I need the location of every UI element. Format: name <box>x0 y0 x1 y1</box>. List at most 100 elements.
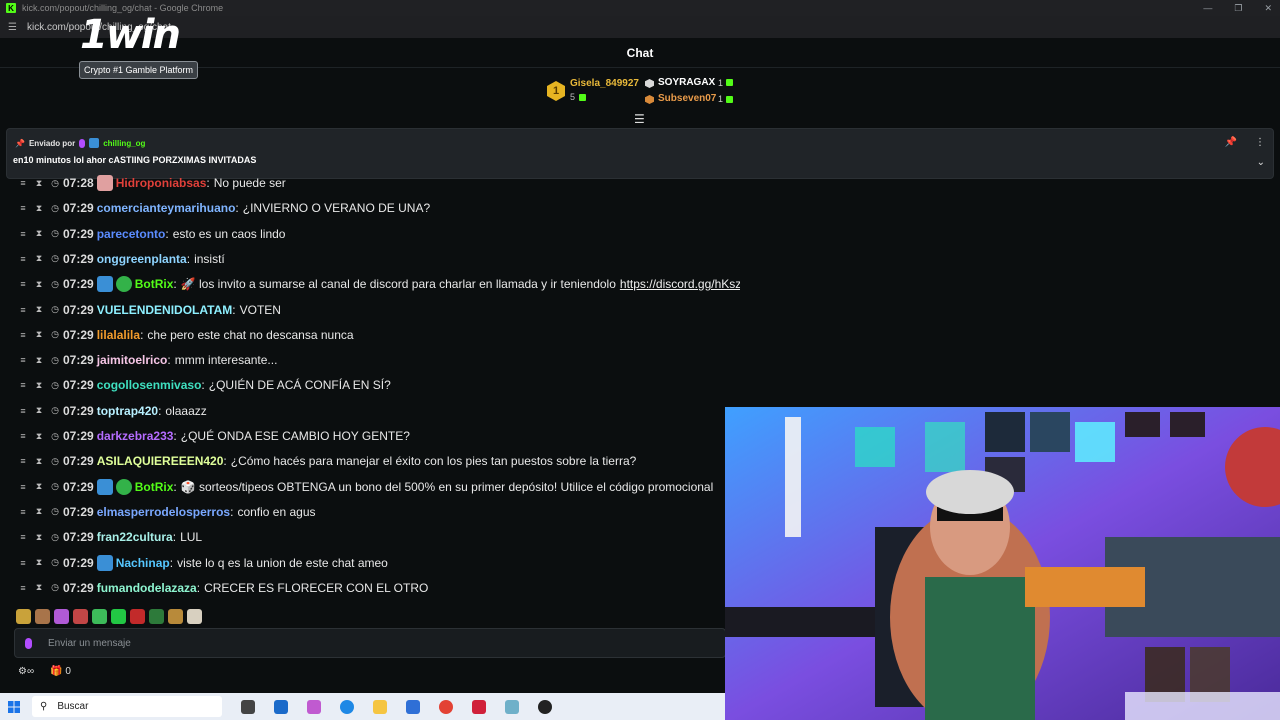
chat-message[interactable]: ≡ ⧗ ◷ 07:28 Hidroponiabsas: No puede ser <box>18 172 286 194</box>
reply-icon[interactable]: ≡ <box>18 330 28 340</box>
reply-icon[interactable]: ≡ <box>18 507 28 517</box>
hourglass-icon[interactable]: ⧗ <box>34 178 44 189</box>
chat-message[interactable]: ≡ ⧗ ◷ 07:29 comercianteymarihuano: ¿INVIERNO … <box>18 197 430 219</box>
site-info-icon[interactable]: ☰ <box>8 22 17 33</box>
message-username[interactable]: toptrap420 <box>97 404 158 418</box>
restore-icon[interactable]: ❐ <box>1234 3 1242 14</box>
reply-icon[interactable]: ≡ <box>18 482 28 492</box>
message-username[interactable]: fran22cultura <box>97 530 173 544</box>
chrome-icon[interactable] <box>439 699 453 714</box>
message-username[interactable]: elmasperrodelosperros <box>97 505 230 519</box>
leaderboard-user-3[interactable]: Subseven07 <box>658 93 716 104</box>
message-username[interactable]: VUELENDENIDOLATAM <box>97 303 233 317</box>
emote-icon[interactable] <box>168 608 183 624</box>
pinned-user[interactable]: chilling_og <box>103 139 145 148</box>
reply-icon[interactable]: ≡ <box>18 203 28 213</box>
chat-message[interactable]: ≡ ⧗ ◷ 07:29 ASILAQUIEREEEN420: ¿Cómo hacés pa… <box>18 450 636 472</box>
chat-message[interactable]: ≡ ⧗ ◷ 07:29 VUELENDENIDOLATAM: VOTEN <box>18 299 281 321</box>
reply-icon[interactable]: ≡ <box>18 355 28 365</box>
message-input-placeholder[interactable]: Enviar un mensaje <box>48 638 131 649</box>
task-view-icon[interactable] <box>241 699 255 714</box>
minimize-icon[interactable]: — <box>1203 3 1212 13</box>
reply-icon[interactable]: ≡ <box>18 532 28 542</box>
emote-icon[interactable] <box>149 608 164 624</box>
file-explorer-icon[interactable] <box>373 699 387 714</box>
message-username[interactable]: onggreenplanta <box>97 252 187 266</box>
edge-icon[interactable] <box>340 699 354 714</box>
chevron-down-icon[interactable]: ⌄ <box>1257 157 1265 168</box>
emote-icon[interactable] <box>16 608 31 624</box>
message-username[interactable]: BotRix <box>135 480 174 494</box>
emote-icon[interactable] <box>187 608 202 624</box>
message-input[interactable]: Enviar un mensaje <box>14 628 726 658</box>
reply-icon[interactable]: ≡ <box>18 583 28 593</box>
message-link[interactable]: https://discord.gg/hKszR7Hgup <box>620 277 740 291</box>
chat-message[interactable]: ≡ ⧗ ◷ 07:29 lilalalila: che pero este chat no… <box>18 324 353 346</box>
chat-message[interactable]: ≡ ⧗ ◷ 07:29 jaimitoelrico: mmm interesante... <box>18 349 277 371</box>
hourglass-icon[interactable]: ⧗ <box>34 203 44 214</box>
copilot-icon[interactable] <box>307 699 321 714</box>
hourglass-icon[interactable]: ⧗ <box>34 253 44 264</box>
emote-icon[interactable] <box>111 608 126 624</box>
mic-icon[interactable] <box>25 637 32 649</box>
app-icon[interactable] <box>505 699 519 714</box>
message-username[interactable]: jaimitoelrico <box>97 353 168 367</box>
reply-icon[interactable]: ≡ <box>18 229 28 239</box>
more-options-icon[interactable]: ⋮ <box>1255 137 1265 148</box>
hourglass-icon[interactable]: ⧗ <box>34 456 44 467</box>
message-username[interactable]: fumandodelazaza <box>97 581 197 595</box>
leaderboard-user-1[interactable]: Gisela_849927 <box>570 78 639 89</box>
hourglass-icon[interactable]: ⧗ <box>34 481 44 492</box>
windows-start-icon[interactable] <box>0 700 28 713</box>
obs-icon[interactable] <box>538 699 552 714</box>
expand-leaderboard-icon[interactable]: ☰ <box>634 112 645 126</box>
chat-message[interactable]: ≡ ⧗ ◷ 07:29 parecetonto: esto es un caos lind… <box>18 223 285 245</box>
message-username[interactable]: cogollosenmivaso <box>97 378 202 392</box>
taskbar-search[interactable]: ⚲ Buscar <box>32 696 222 717</box>
chat-message[interactable]: ≡ ⧗ ◷ 07:29 onggreenplanta: insistí <box>18 248 224 270</box>
hourglass-icon[interactable]: ⧗ <box>34 329 44 340</box>
leaderboard-user-2[interactable]: SOYRAGAX <box>658 77 715 88</box>
outlook-icon[interactable] <box>406 699 420 714</box>
chat-message[interactable]: ≡ ⧗ ◷ 07:29 cogollosenmivaso: ¿QUIÉN DE ACÁ C… <box>18 374 390 396</box>
message-username[interactable]: comercianteymarihuano <box>97 201 236 215</box>
reply-icon[interactable]: ≡ <box>18 558 28 568</box>
gift-icon[interactable]: 🎁 0 <box>50 666 71 677</box>
hourglass-icon[interactable]: ⧗ <box>34 380 44 391</box>
reply-icon[interactable]: ≡ <box>18 406 28 416</box>
chat-message[interactable]: ≡ ⧗ ◷ 07:29 BotRix: 🎲 sorteos/tipeos OBTENGA … <box>18 476 713 498</box>
chat-message[interactable]: ≡ ⧗ ◷ 07:29 Nachinap: viste lo q es la union … <box>18 552 388 574</box>
chat-message[interactable]: ≡ ⧗ ◷ 07:29 BotRix: 🚀 los invito a sumarse al… <box>18 273 740 295</box>
emote-icon[interactable] <box>35 608 50 624</box>
message-username[interactable]: lilalalila <box>97 328 140 342</box>
emote-icon[interactable] <box>92 608 107 624</box>
close-icon[interactable]: ✕ <box>1264 3 1272 14</box>
hourglass-icon[interactable]: ⧗ <box>34 228 44 239</box>
hourglass-icon[interactable]: ⧗ <box>34 582 44 593</box>
hourglass-icon[interactable]: ⧗ <box>34 557 44 568</box>
hourglass-icon[interactable]: ⧗ <box>34 431 44 442</box>
chat-message[interactable]: ≡ ⧗ ◷ 07:29 darkzebra233: ¿QUÉ ONDA ESE CAMBI… <box>18 425 410 447</box>
message-username[interactable]: Hidroponiabsas <box>116 176 207 190</box>
reply-icon[interactable]: ≡ <box>18 254 28 264</box>
chat-message[interactable]: ≡ ⧗ ◷ 07:29 elmasperrodelosperros: confio en … <box>18 501 315 523</box>
message-username[interactable]: BotRix <box>135 277 174 291</box>
reply-icon[interactable]: ≡ <box>18 178 28 188</box>
app-icon[interactable] <box>472 699 486 714</box>
reply-icon[interactable]: ≡ <box>18 305 28 315</box>
store-icon[interactable] <box>274 699 288 714</box>
message-username[interactable]: ASILAQUIEREEEN420 <box>97 454 224 468</box>
reply-icon[interactable]: ≡ <box>18 380 28 390</box>
reply-icon[interactable]: ≡ <box>18 279 28 289</box>
chat-message-list[interactable]: ≡ ⧗ ◷ 07:28 Hidroponiabsas: No puede ser ≡ ⧗ ◷ 07… <box>0 172 740 604</box>
emote-icon[interactable] <box>73 608 88 624</box>
emote-icon[interactable] <box>130 608 145 624</box>
hourglass-icon[interactable]: ⧗ <box>34 405 44 416</box>
message-username[interactable]: Nachinap <box>116 556 170 570</box>
address-bar[interactable]: ☰ kick.com/popout/chilling_og/chat <box>0 16 1280 38</box>
message-username[interactable]: parecetonto <box>97 227 166 241</box>
chat-message[interactable]: ≡ ⧗ ◷ 07:29 toptrap420: olaaazz <box>18 400 206 422</box>
hourglass-icon[interactable]: ⧗ <box>34 506 44 517</box>
hourglass-icon[interactable]: ⧗ <box>34 355 44 366</box>
message-username[interactable]: darkzebra233 <box>97 429 174 443</box>
